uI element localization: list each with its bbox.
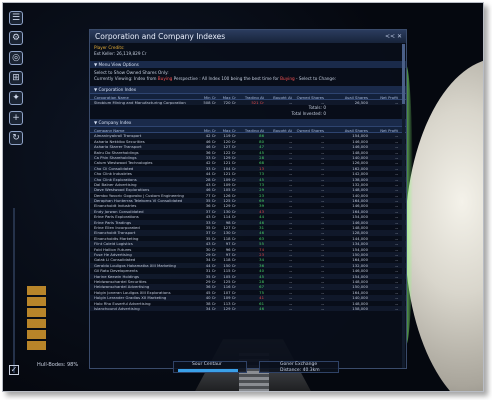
- status-bar: [27, 308, 75, 317]
- corp-trade: 521 Cr: [251, 100, 264, 105]
- target-panel-left[interactable]: Sour Centaur: [173, 361, 247, 373]
- col-name[interactable]: Corporation Name: [90, 94, 198, 99]
- target-icon[interactable]: ◎: [9, 51, 23, 65]
- menu-view-options-header[interactable]: ▼ Menu View Options: [90, 61, 406, 68]
- invested-row: Total Invested: 0: [90, 111, 406, 117]
- perspective-text-e: - Select to Change:: [294, 76, 337, 81]
- company-min: 34 Cr: [205, 305, 216, 311]
- plus-icon[interactable]: +: [9, 111, 23, 125]
- side-toolbar: ☰ ⚙ ◎ ⊞ ✦ + ↻: [7, 11, 25, 211]
- ship-status-hud: [27, 286, 75, 356]
- status-bar: [27, 286, 75, 295]
- target-panel-right[interactable]: Goner Exchange Distance: 40.3km: [259, 361, 339, 373]
- company-table-body: Almaninyakroll Transport 42 Cr 119 Cr 86 -- -…: [90, 133, 406, 312]
- col-bought[interactable]: Bought At: [266, 94, 294, 99]
- company-index-header[interactable]: ▼ Company Index: [90, 119, 406, 127]
- col-bought[interactable]: Bought At: [266, 127, 294, 132]
- scrollbar-thumb[interactable]: [402, 44, 405, 104]
- target-left-label: Sour Centaur: [192, 362, 222, 367]
- col-trading[interactable]: Trading At: [238, 94, 266, 99]
- perspective-text-c: Perspective : All Index 100 being the be…: [172, 76, 281, 81]
- hull-caption: Hull-Bodes: 98%: [37, 362, 79, 368]
- star-icon[interactable]: ✦: [9, 91, 23, 105]
- game-window: ☰ ⚙ ◎ ⊞ ✦ + ↻ Hull-Bodes: 98% ✓ Corporat…: [2, 2, 484, 392]
- target-shield-bar: [178, 369, 238, 372]
- status-bar: [27, 297, 75, 306]
- corporation-table-header: Corporation Name Min Cr Max Cr Trading A…: [90, 93, 406, 100]
- company-table-header: Company Name Min Cr Max Cr Trading At Bo…: [90, 126, 406, 134]
- col-trading[interactable]: Trading At: [238, 127, 266, 132]
- corp-max: 720 Cr: [223, 100, 236, 105]
- target-distance: Distance: 40.3km: [280, 368, 320, 373]
- status-bar: [27, 319, 75, 328]
- perspective-text-a: Currently Viewing: Index from: [94, 76, 158, 81]
- corp-name: Strobium Mining and Manufacturing Corpor…: [94, 100, 186, 105]
- company-name: Islanchound Advertising: [94, 305, 140, 311]
- col-owned[interactable]: Owned Shares: [294, 127, 326, 132]
- target-right-label: Goner Exchange: [280, 362, 318, 367]
- col-min[interactable]: Min Cr: [198, 127, 218, 132]
- settings-icon[interactable]: ⚙: [9, 31, 23, 45]
- corporation-index-header[interactable]: ▼ Corporation Index: [90, 86, 406, 93]
- menu-icon[interactable]: ☰: [9, 11, 23, 25]
- col-avail[interactable]: Avail Shares: [326, 127, 370, 132]
- checkbox-icon[interactable]: ✓: [9, 365, 19, 375]
- col-max[interactable]: Max Cr: [218, 94, 238, 99]
- status-bar: [27, 330, 75, 339]
- company-avail: 158,000: [352, 305, 368, 311]
- company-trade: 46: [259, 305, 264, 311]
- corp-net: --: [395, 100, 398, 105]
- corp-avail: 26,500: [354, 100, 368, 105]
- menu-view-options: Select to Show Owned Shares Only: Curren…: [90, 68, 406, 84]
- refresh-icon[interactable]: ↻: [9, 131, 23, 145]
- invested-value: 0: [323, 111, 326, 117]
- grid-icon[interactable]: ⊞: [9, 71, 23, 85]
- player-credits-section: Player Credits: Ext Keller: 26,119,829 C…: [90, 43, 406, 59]
- col-owned[interactable]: Owned Shares: [294, 94, 326, 99]
- col-net[interactable]: Net Profit: [370, 94, 402, 99]
- company-net: --: [395, 305, 398, 311]
- credits-value: Ext Keller: 26,119,829 Cr: [94, 51, 147, 56]
- status-bar: [27, 341, 75, 350]
- perspective-mode-2: Buying: [280, 76, 295, 81]
- perspective-mode: Buying: [157, 76, 173, 81]
- panel-title-bar[interactable]: Corporation and Company Indexes << ✕: [90, 30, 406, 43]
- col-name[interactable]: Company Name: [90, 127, 198, 132]
- corporation-table-body: Strobium Mining and Manufacturing Corpor…: [90, 100, 406, 106]
- close-icon[interactable]: << ✕: [385, 30, 402, 43]
- company-owned: --: [321, 305, 324, 311]
- company-bought: --: [289, 305, 292, 311]
- col-avail[interactable]: Avail Shares: [326, 94, 370, 99]
- corp-bought: --: [289, 100, 292, 105]
- table-row[interactable]: Islanchound Advertising 34 Cr 129 Cr 46 -- --…: [90, 305, 406, 312]
- col-net[interactable]: Net Profit: [370, 127, 402, 132]
- company-max: 129 Cr: [223, 305, 236, 311]
- perspective-toggle[interactable]: Currently Viewing: Index from Buying Per…: [94, 76, 402, 82]
- corp-min: 508 Cr: [203, 100, 216, 105]
- col-min[interactable]: Min Cr: [198, 94, 218, 99]
- col-max[interactable]: Max Cr: [218, 127, 238, 132]
- indexes-panel: Corporation and Company Indexes << ✕ Pla…: [89, 29, 407, 369]
- side-divider: [13, 208, 15, 373]
- scrollbar[interactable]: [402, 44, 405, 368]
- invested-label: Total Invested:: [291, 111, 322, 117]
- table-row[interactable]: Strobium Mining and Manufacturing Corpor…: [90, 100, 406, 106]
- panel-title: Corporation and Company Indexes: [95, 32, 226, 41]
